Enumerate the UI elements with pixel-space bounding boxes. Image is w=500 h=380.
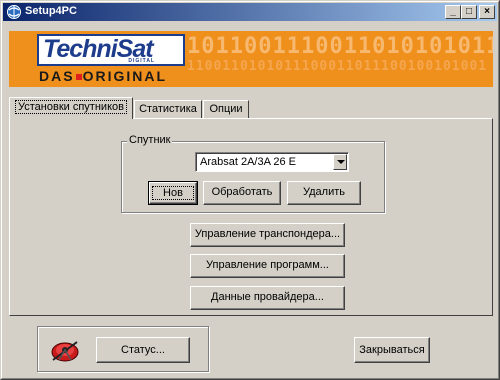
status-satellite-icon bbox=[51, 341, 79, 362]
close-window-button[interactable]: × bbox=[479, 5, 495, 19]
das-original-tagline: DAS ORIGINAL bbox=[39, 68, 167, 84]
satellite-dropdown-button[interactable] bbox=[333, 154, 347, 170]
tagline-original: ORIGINAL bbox=[82, 68, 168, 84]
tab-statistics[interactable]: Статистика bbox=[134, 100, 202, 119]
status-button[interactable]: Статус... bbox=[96, 337, 190, 363]
tab-satellite-settings[interactable]: Установки спутников bbox=[9, 97, 133, 119]
title-bar[interactable]: Setup4PC _ □ × bbox=[3, 3, 497, 21]
window-title: Setup4PC bbox=[25, 5, 77, 17]
binary-pattern-top: 1011001110011010101011 bbox=[187, 34, 493, 59]
tagline-dot-icon bbox=[75, 74, 82, 81]
satellite-select[interactable]: Arabsat 2A/3A 26 E bbox=[195, 152, 349, 172]
tagline-das: DAS bbox=[39, 68, 75, 84]
tab-label: Статистика bbox=[139, 103, 197, 115]
binary-pattern-bottom: 1100110101011100011011100100101001 bbox=[187, 59, 488, 74]
app-icon bbox=[7, 5, 21, 19]
transponder-management-button[interactable]: Управление транспондера... bbox=[190, 223, 345, 247]
minimize-button[interactable]: _ bbox=[445, 5, 461, 19]
program-management-button[interactable]: Управление программ... bbox=[190, 254, 345, 278]
chevron-down-icon bbox=[337, 160, 345, 164]
maximize-button[interactable]: □ bbox=[461, 5, 477, 19]
process-button[interactable]: Обработать bbox=[203, 181, 281, 205]
close-button[interactable]: Закрываться bbox=[354, 337, 430, 363]
technisat-logo: TechniSat DIGITAL bbox=[37, 34, 185, 66]
provider-data-button[interactable]: Данные провайдера... bbox=[190, 286, 345, 310]
new-button-label: Нов bbox=[152, 186, 194, 200]
tab-label: Установки спутников bbox=[15, 100, 127, 114]
tab-label: Опции bbox=[209, 103, 243, 115]
satellite-select-value: Arabsat 2A/3A 26 E bbox=[200, 156, 297, 168]
tab-options[interactable]: Опции bbox=[203, 100, 249, 119]
delete-button[interactable]: Удалить bbox=[287, 181, 361, 205]
setup4pc-window: Setup4PC _ □ × 1011001110011010101011 11… bbox=[0, 0, 500, 380]
logo-digital-label: DIGITAL bbox=[128, 58, 155, 64]
satellite-group-label: Спутник bbox=[127, 134, 173, 146]
technisat-banner: 1011001110011010101011 11001101010111000… bbox=[9, 31, 493, 87]
new-satellite-button[interactable]: Нов bbox=[148, 181, 198, 205]
